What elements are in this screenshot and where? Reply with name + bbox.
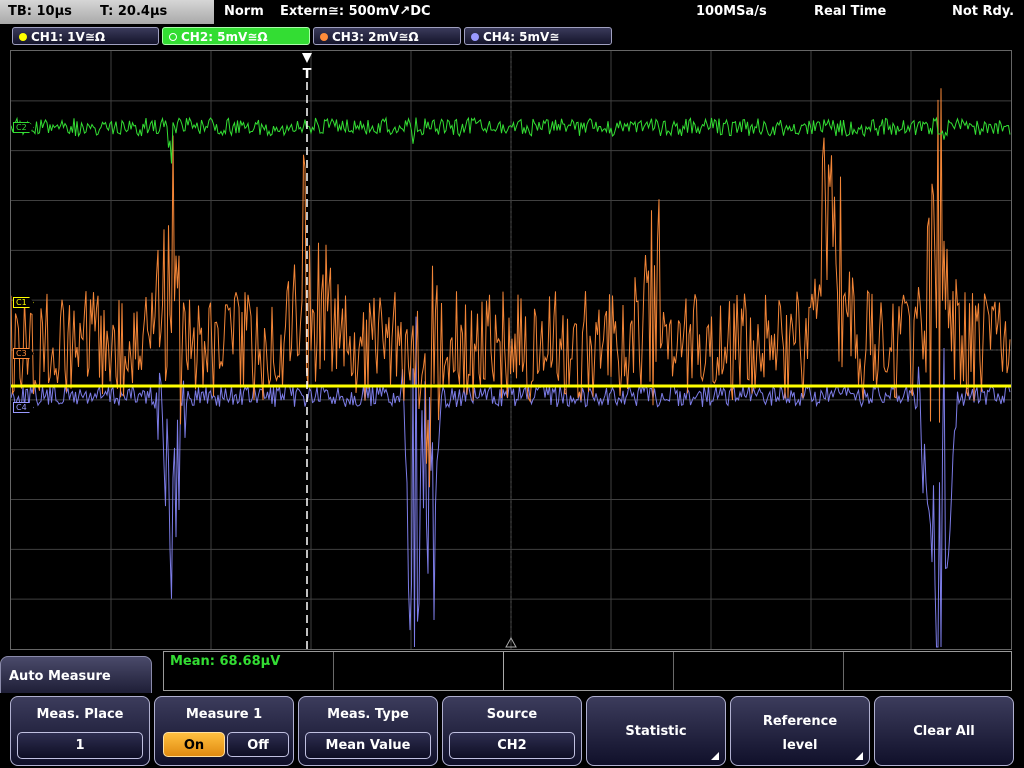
waveform-canvas: T <box>11 51 1011 649</box>
timebase-panel[interactable]: TB: 10µs T: 20.4µs <box>0 0 214 24</box>
result-divider <box>333 652 334 690</box>
meas-place-title: Meas. Place <box>36 707 124 722</box>
result-divider <box>673 652 674 690</box>
reference-level-line1: Reference <box>762 714 838 729</box>
reference-level-title: Reference level <box>731 710 869 758</box>
channel-2-tab[interactable]: CH2: 5mV≅Ω <box>162 27 310 45</box>
channel-4-tab[interactable]: CH4: 5mV≅ <box>464 27 612 45</box>
channel-1-tab[interactable]: CH1: 1V≅Ω <box>12 27 159 45</box>
statistic-softkey[interactable]: Statistic <box>586 696 726 766</box>
reference-level-line2: level <box>782 738 818 753</box>
acquisition-status: Not Rdy. <box>952 4 1015 19</box>
source-value[interactable]: CH2 <box>449 732 575 759</box>
measure-1-title: Measure 1 <box>185 707 263 722</box>
channel-3-label: CH3: 2mV≅Ω <box>332 30 419 44</box>
measure-1-on-button[interactable]: On <box>163 732 225 757</box>
channel-3-tab[interactable]: CH3: 2mV≅Ω <box>313 27 461 45</box>
submenu-arrow-icon <box>711 752 719 760</box>
channel-1-color-icon <box>19 33 27 41</box>
trigger-mode[interactable]: Norm <box>224 0 264 24</box>
clear-all-softkey[interactable]: Clear All <box>874 696 1014 766</box>
channel-2-color-icon <box>169 33 177 41</box>
meas-type-title: Meas. Type <box>327 707 409 722</box>
channel-1-label: CH1: 1V≅Ω <box>31 30 106 44</box>
meas-place-softkey[interactable]: Meas. Place 1 <box>10 696 150 766</box>
channel-4-color-icon <box>471 33 479 41</box>
channel-4-label: CH4: 5mV≅ <box>483 30 560 44</box>
meas-place-value[interactable]: 1 <box>17 732 143 759</box>
statistic-title: Statistic <box>625 724 687 739</box>
submenu-arrow-icon <box>855 752 863 760</box>
channel-3-color-icon <box>320 33 328 41</box>
mean-measurement: Mean: 68.68µV <box>170 654 281 669</box>
clear-all-title: Clear All <box>913 724 975 739</box>
channel-2-label: CH2: 5mV≅Ω <box>181 30 268 44</box>
sample-rate: 100MSa/s <box>696 4 767 19</box>
meas-type-value[interactable]: Mean Value <box>305 732 431 759</box>
source-title: Source <box>486 707 538 722</box>
source-softkey[interactable]: Source CH2 <box>442 696 582 766</box>
meas-type-softkey[interactable]: Meas. Type Mean Value <box>298 696 438 766</box>
result-divider <box>503 652 504 690</box>
trigger-label: T <box>303 67 312 82</box>
measure-1-off-button[interactable]: Off <box>227 732 289 757</box>
measure-1-softkey[interactable]: Measure 1 On Off <box>154 696 294 766</box>
acquisition-mode: Real Time <box>814 4 887 19</box>
status-bar: TB: 10µs T: 20.4µs Norm Extern≅: 500mV↗D… <box>0 0 1024 24</box>
waveform-display[interactable]: T C2 C1 C3 C4 <box>10 50 1012 650</box>
trigger-time-value: T: 20.4µs <box>100 4 168 19</box>
menu-title: Auto Measure <box>0 656 152 696</box>
measurement-results: Mean: 68.68µV <box>163 651 1012 691</box>
reference-level-softkey[interactable]: Reference level <box>730 696 870 766</box>
channel-bar: CH1: 1V≅Ω CH2: 5mV≅Ω CH3: 2mV≅Ω CH4: 5mV… <box>0 24 1024 48</box>
timebase-value: TB: 10µs <box>8 4 72 19</box>
trigger-source[interactable]: Extern≅: 500mV↗DC <box>280 0 431 24</box>
softkey-bar: Meas. Place 1 Measure 1 On Off Meas. Typ… <box>0 693 1024 768</box>
result-divider <box>843 652 844 690</box>
